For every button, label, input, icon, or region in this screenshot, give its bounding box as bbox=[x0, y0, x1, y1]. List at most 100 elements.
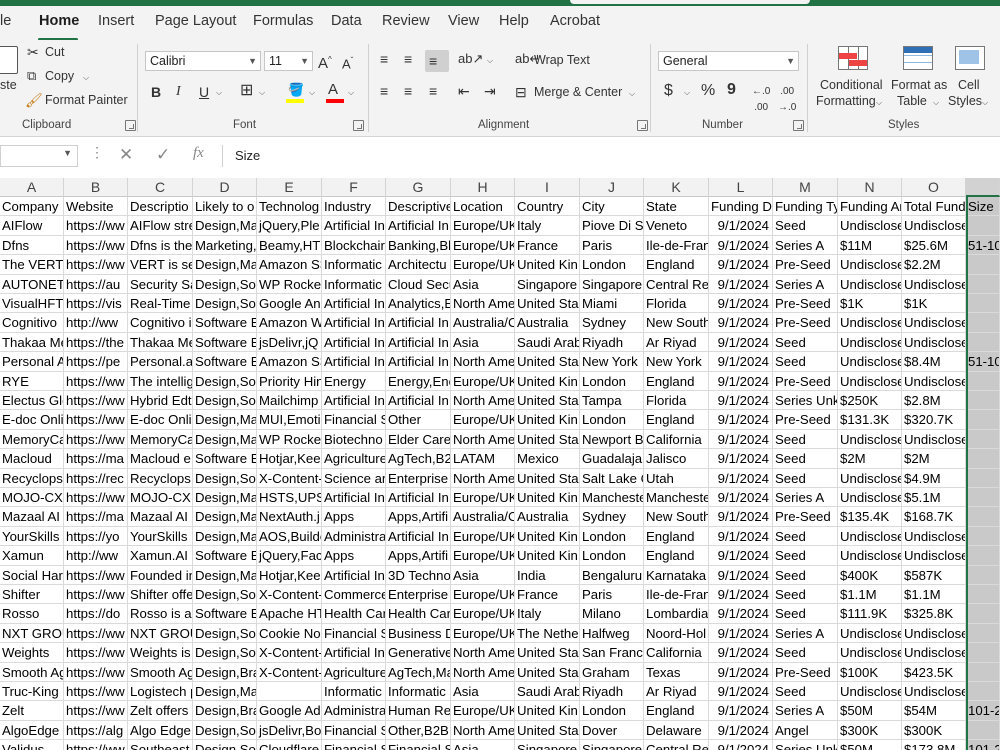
cell[interactable]: 9/1/2024 bbox=[709, 235, 773, 256]
cell[interactable]: Seed bbox=[773, 468, 838, 488]
cell[interactable]: Zelt bbox=[0, 701, 64, 721]
cell[interactable]: Cloud Secu bbox=[386, 274, 451, 294]
cell[interactable]: England bbox=[644, 410, 709, 430]
cell[interactable]: North Ame bbox=[451, 643, 515, 663]
cell[interactable]: Undisclose bbox=[838, 255, 902, 275]
cell[interactable]: Asia bbox=[451, 740, 515, 750]
cell[interactable]: http://ww bbox=[64, 313, 128, 333]
cell[interactable]: 9/1/2024 bbox=[709, 585, 773, 605]
cell[interactable]: Undisclose bbox=[838, 429, 902, 450]
cell[interactable]: Seed bbox=[773, 216, 838, 236]
borders-dropdown-icon[interactable]: ⌵ bbox=[259, 88, 265, 98]
cell[interactable]: Mancheste bbox=[580, 488, 644, 508]
cell[interactable]: Informatic bbox=[322, 255, 386, 275]
cell[interactable]: Industry bbox=[322, 197, 386, 217]
cell[interactable]: France bbox=[515, 235, 580, 256]
clipboard-launcher-icon[interactable] bbox=[125, 120, 136, 131]
cell[interactable]: Singapore bbox=[515, 740, 580, 750]
cell[interactable]: $423.5K bbox=[902, 662, 966, 682]
cell[interactable]: Administra bbox=[322, 526, 386, 547]
size-cell[interactable] bbox=[966, 216, 1000, 236]
cell[interactable]: Amazon S3 bbox=[257, 255, 322, 275]
cell[interactable]: Australia/C bbox=[451, 313, 515, 333]
cell[interactable]: North Ame bbox=[451, 429, 515, 450]
comma-style-icon[interactable]: 9 bbox=[727, 82, 736, 98]
cell[interactable]: Energy,Ene bbox=[386, 371, 451, 391]
cell[interactable]: Hotjar,Kee bbox=[257, 449, 322, 469]
size-cell[interactable] bbox=[966, 274, 1000, 294]
cell[interactable]: HSTS,UPS,I bbox=[257, 488, 322, 508]
cell[interactable]: http://ww bbox=[64, 546, 128, 566]
cell[interactable]: Generative bbox=[386, 643, 451, 663]
cell[interactable]: California bbox=[644, 429, 709, 450]
cell[interactable]: Undisclose bbox=[902, 216, 966, 236]
cell[interactable]: AUTONETI bbox=[0, 274, 64, 294]
cell[interactable]: New South bbox=[644, 507, 709, 527]
cell[interactable]: Funding Ar bbox=[838, 197, 902, 217]
cell[interactable]: Commerce bbox=[322, 585, 386, 605]
cell[interactable]: Australia/C bbox=[451, 507, 515, 527]
cell[interactable]: https://ww bbox=[64, 371, 128, 391]
cell[interactable]: Informatic bbox=[322, 274, 386, 294]
cell[interactable]: Electus Glo bbox=[0, 391, 64, 411]
size-cell[interactable]: 51-10 bbox=[966, 235, 1000, 256]
cell[interactable]: Design,Sof bbox=[193, 391, 257, 411]
cell[interactable]: Sydney bbox=[580, 507, 644, 527]
cell[interactable]: Elder Care bbox=[386, 429, 451, 450]
cell[interactable]: London bbox=[580, 546, 644, 566]
cell[interactable]: Science an bbox=[322, 468, 386, 488]
cell[interactable]: $173.8M bbox=[902, 740, 966, 750]
cell[interactable]: Xamun bbox=[0, 546, 64, 566]
cell[interactable]: Descriptio bbox=[128, 197, 193, 217]
cell[interactable]: Seed bbox=[773, 546, 838, 566]
cell[interactable]: Florida bbox=[644, 294, 709, 314]
cell[interactable]: NextAuth.j bbox=[257, 507, 322, 527]
cell[interactable]: Design,Sof bbox=[193, 468, 257, 488]
cell[interactable]: Australia bbox=[515, 507, 580, 527]
cell[interactable]: Shifter offe bbox=[128, 585, 193, 605]
cell[interactable]: Other bbox=[386, 410, 451, 430]
cell[interactable]: 9/1/2024 bbox=[709, 623, 773, 644]
cell[interactable]: Halfweg bbox=[580, 623, 644, 644]
cell[interactable]: https://au bbox=[64, 274, 128, 294]
cell[interactable]: Angel bbox=[773, 720, 838, 741]
cell[interactable]: Undisclose bbox=[902, 526, 966, 547]
cell[interactable]: Artificial In bbox=[386, 488, 451, 508]
cell[interactable]: Italy bbox=[515, 604, 580, 624]
cell[interactable]: Guadalajar bbox=[580, 449, 644, 469]
tab-home[interactable]: Home bbox=[39, 13, 79, 29]
cell[interactable]: Informatic bbox=[386, 682, 451, 702]
cell[interactable]: $587K bbox=[902, 565, 966, 585]
cell[interactable]: North Ame bbox=[451, 468, 515, 488]
cell[interactable]: Logistech p bbox=[128, 682, 193, 702]
format-as-table-line1[interactable]: Format as bbox=[891, 78, 947, 92]
cell[interactable]: North Ame bbox=[451, 352, 515, 372]
cell[interactable]: Undisclose bbox=[838, 488, 902, 508]
cell[interactable]: Design,Sof bbox=[193, 643, 257, 663]
underline-icon[interactable]: U bbox=[199, 84, 209, 100]
cell[interactable]: Mexico bbox=[515, 449, 580, 469]
cell[interactable]: Smooth Ag bbox=[128, 662, 193, 682]
currency-icon[interactable]: $ bbox=[664, 83, 673, 99]
cancel-icon[interactable]: ✕ bbox=[119, 145, 133, 165]
tab-view[interactable]: View bbox=[448, 13, 479, 29]
cell[interactable]: Biotechno bbox=[322, 429, 386, 450]
cell[interactable]: Undisclose bbox=[838, 682, 902, 702]
cell[interactable]: X-Content- bbox=[257, 662, 322, 682]
cell[interactable]: Founded in bbox=[128, 565, 193, 585]
cell[interactable]: London bbox=[580, 526, 644, 547]
cell[interactable]: London bbox=[580, 255, 644, 275]
cell[interactable]: 9/1/2024 bbox=[709, 488, 773, 508]
size-cell[interactable] bbox=[966, 604, 1000, 624]
cell[interactable]: Seed bbox=[773, 352, 838, 372]
cell[interactable]: Undisclose bbox=[838, 546, 902, 566]
column-header[interactable]: C bbox=[128, 178, 193, 197]
cell[interactable]: Software E bbox=[193, 546, 257, 566]
cell[interactable]: jsDelivr,Bo bbox=[257, 720, 322, 741]
cell[interactable]: England bbox=[644, 546, 709, 566]
cell[interactable]: Series A bbox=[773, 274, 838, 294]
orientation-icon[interactable]: ab↗ bbox=[458, 51, 483, 67]
cell[interactable]: Artificial In bbox=[322, 565, 386, 585]
cell[interactable]: Mancheste bbox=[644, 488, 709, 508]
tab-help[interactable]: Help bbox=[499, 13, 529, 29]
